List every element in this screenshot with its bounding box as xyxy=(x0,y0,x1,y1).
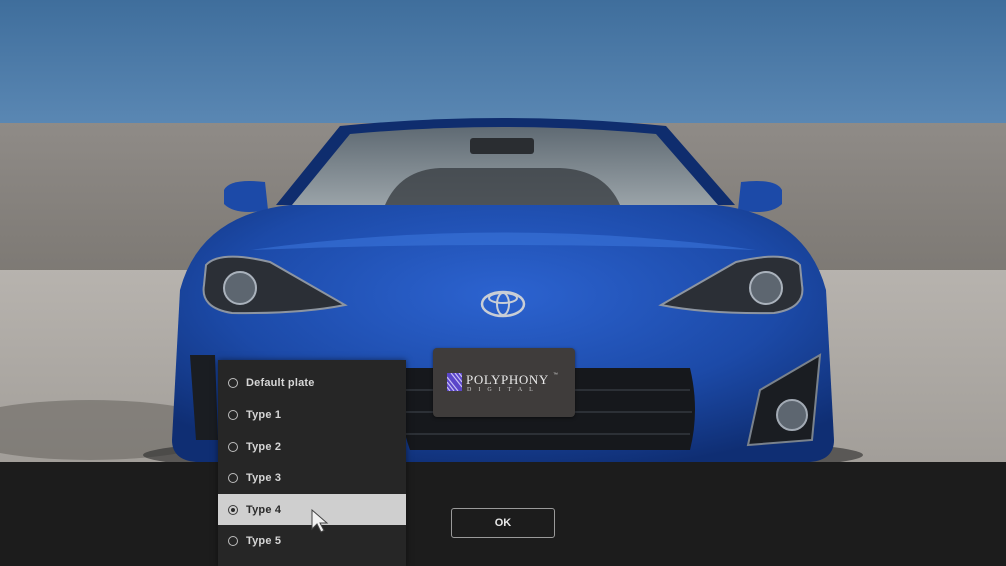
plate-option-default[interactable]: Default plate xyxy=(218,367,406,398)
plate-option-type-2[interactable]: Type 2 xyxy=(218,431,406,462)
plate-sub-text: DIGITAL xyxy=(467,387,540,393)
radio-icon xyxy=(228,535,238,546)
plate-option-label: Type 1 xyxy=(246,408,282,421)
radio-icon xyxy=(228,377,238,388)
radio-icon xyxy=(228,472,238,483)
mouse-cursor-icon xyxy=(311,509,329,533)
radio-selected-icon xyxy=(228,504,238,515)
plate-option-label: Default plate xyxy=(246,376,315,389)
radio-icon xyxy=(228,409,238,420)
plate-option-label: Type 5 xyxy=(246,534,282,547)
plate-option-label: Type 4 xyxy=(246,503,282,516)
plate-option-type-1[interactable]: Type 1 xyxy=(218,399,406,430)
plate-trademark: ™ xyxy=(553,372,558,378)
plate-brand-text: POLYPHONY xyxy=(466,372,549,387)
license-plate: POLYPHONY ™ DIGITAL xyxy=(433,348,575,417)
plate-option-type-3[interactable]: Type 3 xyxy=(218,462,406,493)
radio-icon xyxy=(228,441,238,452)
plate-type-menu: Default plate Type 1 Type 2 Type 3 Type … xyxy=(218,360,406,566)
plate-option-label: Type 3 xyxy=(246,471,282,484)
polyphony-logo-icon xyxy=(447,373,462,391)
ok-button[interactable]: OK xyxy=(451,508,555,538)
plate-option-label: Type 2 xyxy=(246,440,282,453)
